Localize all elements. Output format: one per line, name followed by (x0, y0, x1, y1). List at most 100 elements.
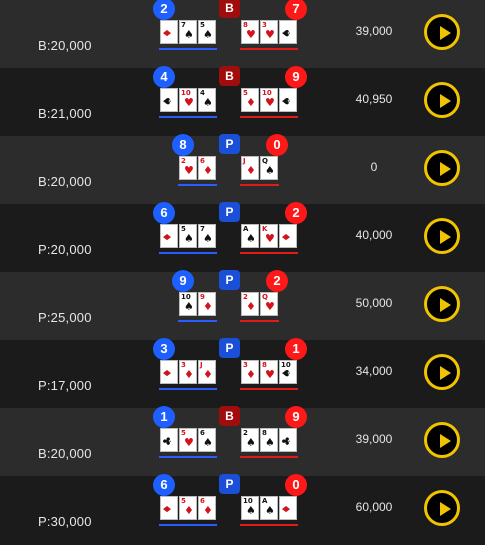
playing-card: 7 ♠ (179, 20, 197, 44)
suit-icon: ♠ (184, 300, 194, 313)
bet-amount-label: B:21,000 (38, 106, 92, 121)
payout-amount: 60,000 (355, 500, 393, 514)
playing-card: A ♠ (241, 224, 259, 248)
replay-play-button[interactable] (424, 422, 460, 458)
playing-card: 6 ♦ (198, 156, 216, 180)
player-score-badge: 9 (172, 270, 194, 292)
playing-card: ♠ (279, 20, 297, 44)
banker-score-badge: 7 (285, 0, 307, 20)
banker-score-badge: 2 (266, 270, 288, 292)
playing-card: ♠ (160, 88, 178, 112)
playing-card: 9 ♦ (198, 292, 216, 316)
winner-badge: P (219, 202, 240, 222)
replay-play-button[interactable] (424, 82, 460, 118)
suit-icon: ♠ (184, 232, 194, 245)
history-row: B:20,000 2 B 7 ♦ 7 ♠ 5 ♠ 8 ♥ 3 ♥ ♠ 39,000 (0, 0, 485, 69)
suit-icon: ♥ (265, 232, 275, 245)
banker-score-badge: 9 (285, 66, 307, 88)
suit-icon: ♥ (265, 300, 275, 313)
replay-play-button[interactable] (424, 150, 460, 186)
payout-amount: 50,000 (355, 296, 393, 310)
winner-badge: P (219, 134, 240, 154)
suit-icon: ♦ (160, 368, 174, 378)
suit-icon: ♣ (160, 436, 174, 446)
playing-card: ♦ (160, 360, 178, 384)
winner-badge: B (219, 0, 240, 18)
suit-icon: ♦ (203, 368, 213, 381)
player-score-badge: 6 (153, 474, 175, 496)
suit-icon: ♠ (203, 232, 213, 245)
suit-icon: ♦ (184, 368, 194, 381)
replay-play-button[interactable] (424, 14, 460, 50)
payout-amount: 39,000 (355, 24, 393, 38)
playing-card: 8 ♥ (260, 360, 278, 384)
playing-card: J ♦ (198, 360, 216, 384)
suit-icon: ♠ (279, 96, 293, 106)
payout-amount: 40,950 (355, 92, 393, 106)
suit-icon: ♦ (246, 96, 256, 109)
playing-card: J ♦ (241, 156, 259, 180)
suit-icon: ♥ (265, 368, 275, 381)
replay-play-button[interactable] (424, 490, 460, 526)
suit-icon: ♠ (265, 504, 275, 517)
history-row: P:17,000 3 P 1 ♦ 3 ♦ J ♦ 3 ♦ 8 ♥ 10 ♠ 34,000 (0, 338, 485, 409)
playing-card: 3 ♦ (241, 360, 259, 384)
replay-play-button[interactable] (424, 354, 460, 390)
playing-card: ♦ (279, 224, 297, 248)
player-hand: ♠ 10 ♥ 4 ♠ (159, 88, 217, 118)
replay-play-button[interactable] (424, 286, 460, 322)
player-hand: ♦ 5 ♦ 6 ♦ (159, 496, 217, 526)
player-score-badge: 1 (153, 406, 175, 428)
suit-icon: ♦ (203, 504, 213, 517)
winner-badge: B (219, 66, 240, 86)
suit-icon: ♦ (160, 232, 174, 242)
history-row: B:20,000 8 P 0 2 ♥ 6 ♦ J ♦ Q ♠ 0 (0, 134, 485, 205)
suit-icon: ♥ (184, 164, 194, 177)
player-hand: ♦ 3 ♦ J ♦ (159, 360, 217, 390)
suit-icon: ♠ (279, 28, 293, 38)
banker-hand: 10 ♠ A ♠ ♦ (240, 496, 298, 526)
playing-card: 6 ♦ (198, 496, 216, 520)
replay-play-button[interactable] (424, 218, 460, 254)
banker-hand: J ♦ Q ♠ (240, 156, 279, 186)
banker-hand: 5 ♦ 10 ♥ ♠ (240, 88, 298, 118)
history-row: B:21,000 4 B 9 ♠ 10 ♥ 4 ♠ 5 ♦ 10 ♥ ♠ 40,950 (0, 66, 485, 137)
banker-hand: 8 ♥ 3 ♥ ♠ (240, 20, 298, 50)
banker-score-badge: 2 (285, 202, 307, 224)
playing-card: ♦ (160, 20, 178, 44)
playing-card: Q ♠ (260, 156, 278, 180)
playing-card: 10 ♥ (179, 88, 197, 112)
playing-card: ♦ (160, 224, 178, 248)
suit-icon: ♠ (203, 96, 213, 109)
suit-icon: ♥ (265, 28, 275, 41)
playing-card: ♣ (279, 428, 297, 452)
winner-badge: P (219, 338, 240, 358)
banker-score-badge: 9 (285, 406, 307, 428)
playing-card: A ♠ (260, 496, 278, 520)
payout-amount: 34,000 (355, 364, 393, 378)
suit-icon: ♦ (246, 164, 256, 177)
suit-icon: ♠ (203, 28, 213, 41)
playing-card: 10 ♠ (241, 496, 259, 520)
suit-icon: ♠ (160, 96, 174, 106)
payout-amount: 0 (370, 160, 378, 174)
playing-card: ♦ (279, 496, 297, 520)
suit-icon: ♦ (279, 504, 293, 514)
playing-card: 6 ♠ (198, 428, 216, 452)
bet-amount-label: P:20,000 (38, 242, 92, 257)
suit-icon: ♣ (279, 436, 293, 446)
bet-amount-label: B:20,000 (38, 174, 92, 189)
winner-badge: B (219, 406, 240, 426)
playing-card: Q ♥ (260, 292, 278, 316)
suit-icon: ♦ (279, 232, 293, 242)
suit-icon: ♠ (184, 28, 194, 41)
playing-card: 5 ♠ (179, 224, 197, 248)
suit-icon: ♥ (246, 28, 256, 41)
suit-icon: ♥ (184, 436, 194, 449)
player-score-badge: 2 (153, 0, 175, 20)
playing-card: 10 ♠ (279, 360, 297, 384)
banker-score-badge: 0 (266, 134, 288, 156)
suit-icon: ♠ (246, 436, 256, 449)
winner-badge: P (219, 474, 240, 494)
suit-icon: ♦ (203, 300, 213, 313)
